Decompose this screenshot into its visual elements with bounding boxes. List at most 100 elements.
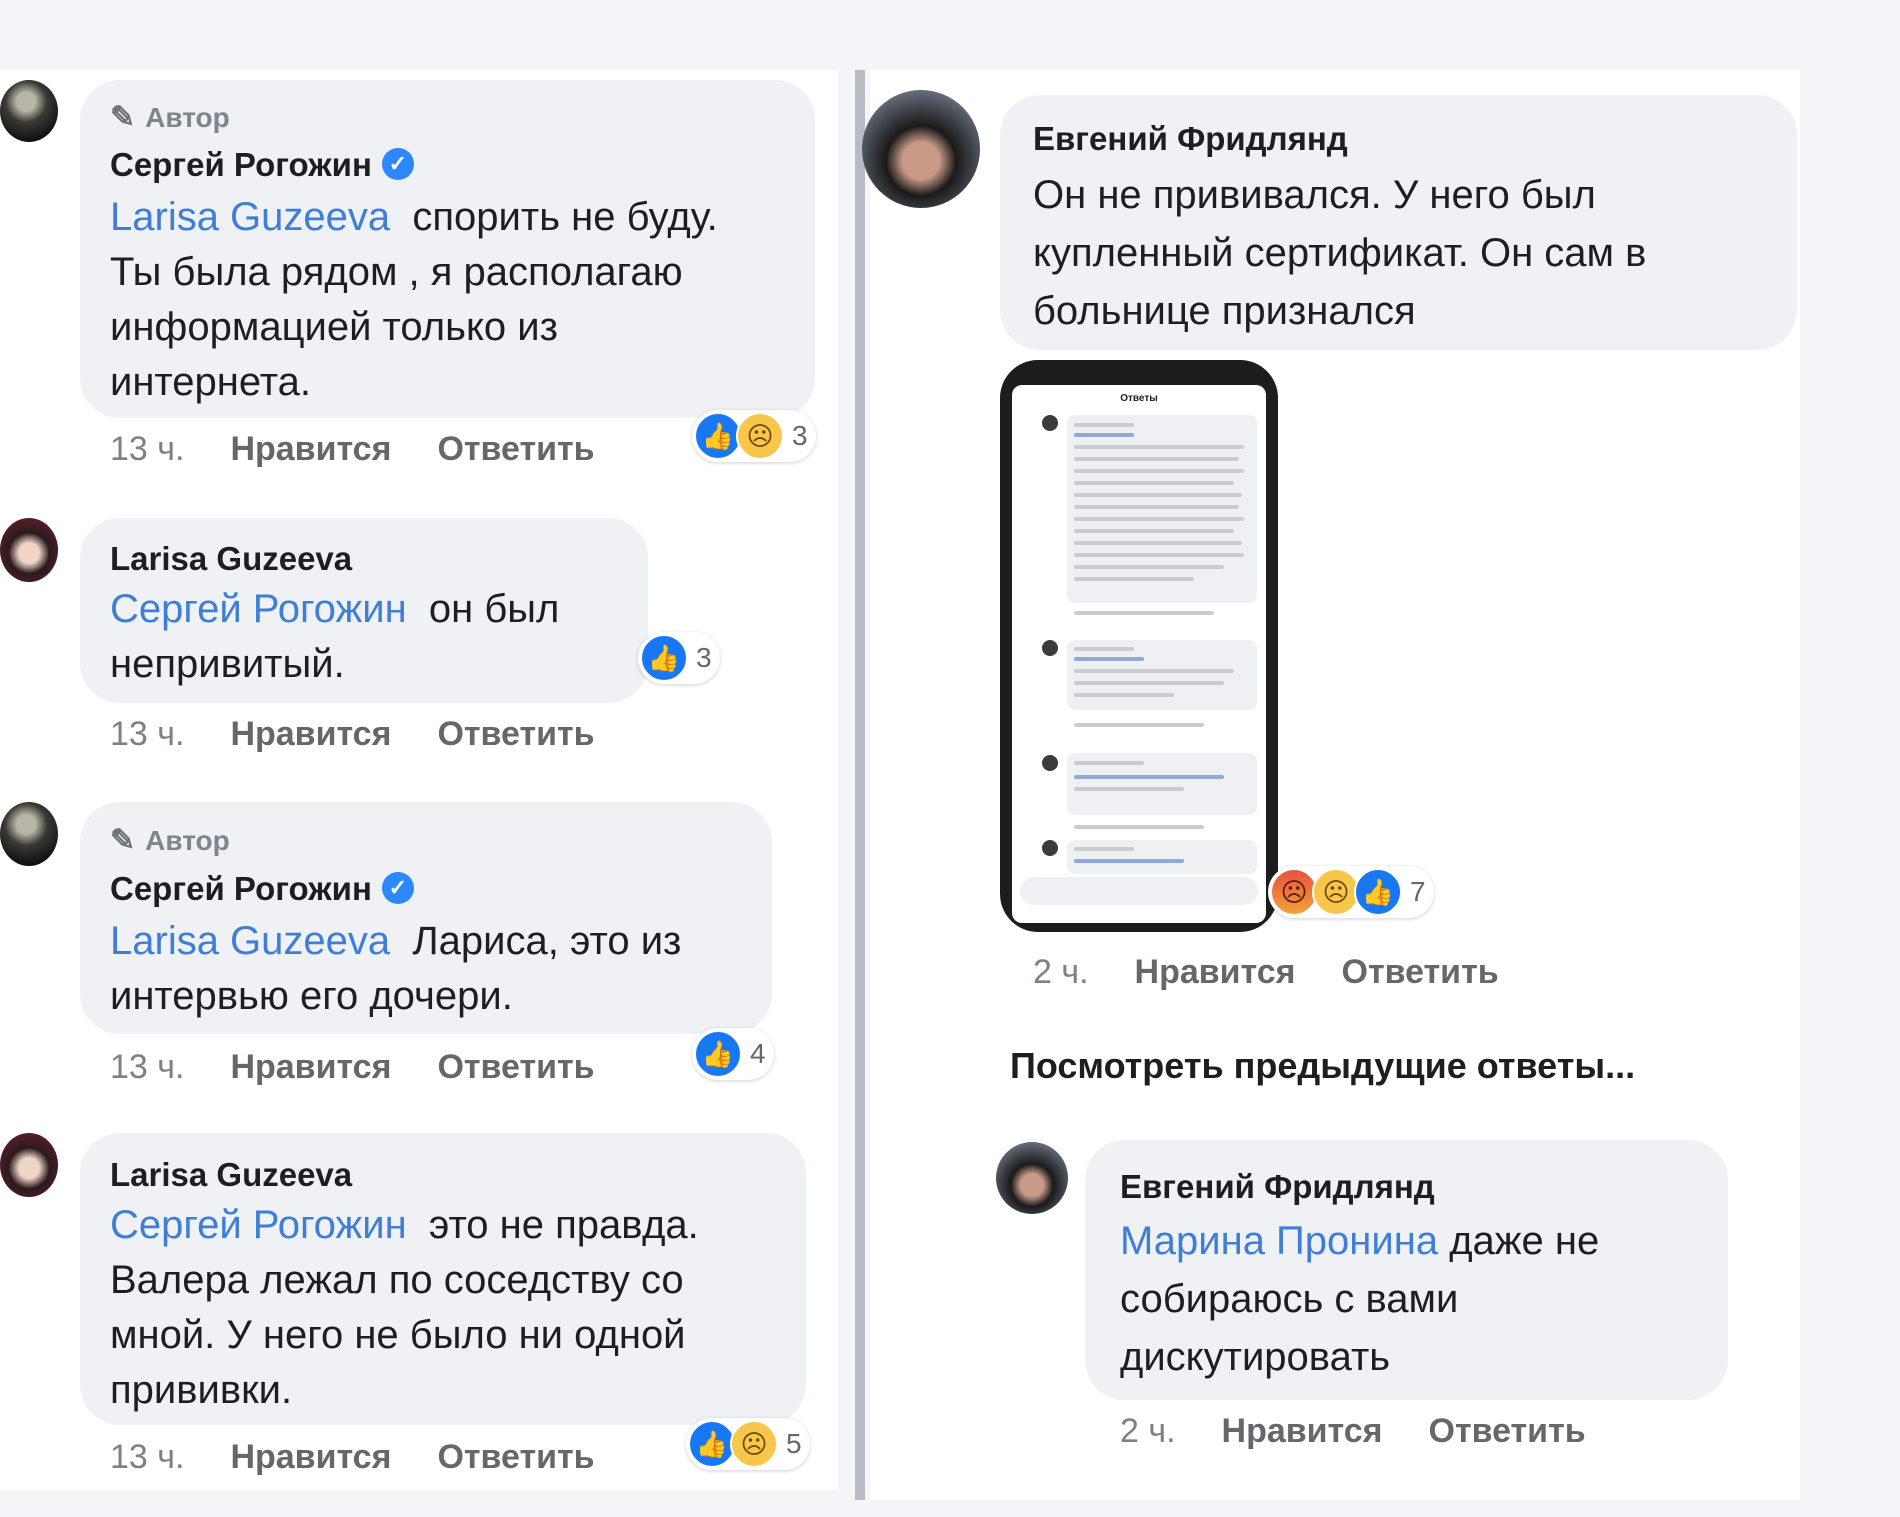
timestamp[interactable]: 13 ч. bbox=[110, 430, 184, 468]
comment-text: Larisa Guzeeva спорить не буду. Ты была … bbox=[110, 195, 718, 404]
timestamp[interactable]: 2 ч. bbox=[1033, 953, 1089, 991]
mini-line bbox=[1074, 787, 1184, 791]
comment-actions: 13 ч. Нравится Ответить bbox=[110, 1438, 641, 1477]
timestamp[interactable]: 13 ч. bbox=[110, 715, 184, 753]
sad-icon: ☹ bbox=[736, 412, 784, 460]
view-previous-replies-link[interactable]: Посмотреть предыдущие ответы... bbox=[1010, 1045, 1635, 1087]
mini-input-bar bbox=[1020, 877, 1258, 905]
mini-line bbox=[1074, 647, 1134, 651]
comment-actions: 13 ч. Нравится Ответить bbox=[110, 430, 641, 469]
reaction-count: 7 bbox=[1410, 876, 1426, 907]
comment-actions: 2 ч. Нравится Ответить bbox=[1033, 953, 1545, 992]
panel-divider bbox=[855, 70, 865, 1500]
reaction-count: 4 bbox=[750, 1038, 766, 1069]
comment-text: Larisa Guzeeva Лариса, это из интервью е… bbox=[110, 919, 682, 1018]
comment-text: Сергей Рогожин это не правда. Валера леж… bbox=[110, 1203, 699, 1412]
comment-actions: 13 ч. Нравится Ответить bbox=[110, 1048, 641, 1087]
comment-author-name[interactable]: Евгений Фридлянд bbox=[1033, 120, 1348, 158]
like-icon: 👍 bbox=[640, 634, 688, 682]
reply-button[interactable]: Ответить bbox=[437, 1438, 594, 1476]
mini-line bbox=[1074, 681, 1224, 685]
reaction-count: 5 bbox=[786, 1428, 802, 1459]
reactions-summary[interactable]: ☹ ☹ 👍 7 bbox=[1268, 866, 1434, 918]
mini-line bbox=[1074, 469, 1244, 473]
like-button[interactable]: Нравится bbox=[230, 1438, 391, 1476]
comment-text: Сергей Рогожин он был непривитый. bbox=[110, 587, 560, 686]
mention-link[interactable]: Сергей Рогожин bbox=[110, 1203, 407, 1247]
mini-line bbox=[1074, 847, 1134, 851]
comment-author-name[interactable]: Сергей Рогожин ✓ bbox=[110, 146, 414, 184]
reactions-summary[interactable]: 👍 ☹ 3 bbox=[692, 410, 816, 462]
timestamp[interactable]: 13 ч. bbox=[110, 1048, 184, 1086]
reply-button[interactable]: Ответить bbox=[437, 430, 594, 468]
mini-line bbox=[1074, 669, 1234, 673]
author-tag: ✎ Автор bbox=[110, 824, 230, 857]
mini-line bbox=[1074, 775, 1224, 779]
reply-button[interactable]: Ответить bbox=[1342, 953, 1499, 991]
comment-text: Марина Пронина даже не собираюсь с вами … bbox=[1120, 1219, 1600, 1379]
mini-comment bbox=[1067, 840, 1257, 874]
reaction-count: 3 bbox=[696, 642, 712, 673]
like-icon: 👍 bbox=[1354, 868, 1402, 916]
mini-line bbox=[1074, 657, 1144, 661]
like-button[interactable]: Нравится bbox=[1222, 1412, 1383, 1450]
mention-link[interactable]: Larisa Guzeeva bbox=[110, 195, 390, 239]
like-button[interactable]: Нравится bbox=[230, 430, 391, 468]
avatar[interactable] bbox=[0, 802, 58, 866]
like-button[interactable]: Нравится bbox=[1135, 953, 1296, 991]
mini-line bbox=[1074, 517, 1244, 521]
mini-line bbox=[1074, 445, 1244, 449]
mini-line bbox=[1074, 493, 1242, 497]
avatar[interactable] bbox=[0, 1133, 58, 1197]
avatar[interactable] bbox=[996, 1142, 1068, 1214]
avatar[interactable] bbox=[0, 80, 58, 142]
mini-line bbox=[1074, 481, 1234, 485]
mini-line bbox=[1074, 553, 1244, 557]
mention-link[interactable]: Сергей Рогожин bbox=[110, 587, 407, 631]
mini-avatar bbox=[1042, 640, 1058, 656]
reply-button[interactable]: Ответить bbox=[1429, 1412, 1586, 1450]
comment-author-name[interactable]: Евгений Фридлянд bbox=[1120, 1168, 1435, 1206]
mini-avatar bbox=[1042, 415, 1058, 431]
comment-author-name[interactable]: Larisa Guzeeva bbox=[110, 1156, 352, 1194]
mini-line bbox=[1074, 761, 1144, 765]
mention-link[interactable]: Larisa Guzeeva bbox=[110, 919, 390, 963]
like-button[interactable]: Нравится bbox=[230, 1048, 391, 1086]
comment-author-name[interactable]: Сергей Рогожин ✓ bbox=[110, 870, 414, 908]
reply-button[interactable]: Ответить bbox=[437, 715, 594, 753]
comment-text: Он не прививался. У него был купленный с… bbox=[1033, 173, 1647, 333]
reaction-count: 3 bbox=[792, 420, 808, 451]
avatar[interactable] bbox=[862, 90, 980, 208]
mini-line bbox=[1074, 565, 1224, 569]
author-tag: ✎ Автор bbox=[110, 101, 230, 134]
reply-button[interactable]: Ответить bbox=[437, 1048, 594, 1086]
mini-line bbox=[1074, 859, 1184, 863]
mini-line bbox=[1074, 423, 1134, 427]
mention-link[interactable]: Марина Пронина bbox=[1120, 1219, 1438, 1263]
comment-author-name[interactable]: Larisa Guzeeva bbox=[110, 540, 352, 578]
mini-line bbox=[1074, 457, 1239, 461]
reactions-summary[interactable]: 👍 3 bbox=[638, 632, 720, 684]
mini-line bbox=[1074, 529, 1234, 533]
screenshot-screen: Ответы bbox=[1012, 385, 1266, 923]
like-button[interactable]: Нравится bbox=[230, 715, 391, 753]
mini-line bbox=[1074, 825, 1204, 829]
mini-line bbox=[1074, 541, 1242, 545]
timestamp[interactable]: 2 ч. bbox=[1120, 1412, 1176, 1450]
avatar[interactable] bbox=[0, 518, 58, 582]
pen-icon: ✎ bbox=[110, 824, 136, 857]
sad-icon: ☹ bbox=[1312, 868, 1360, 916]
timestamp[interactable]: 13 ч. bbox=[110, 1438, 184, 1476]
reactions-summary[interactable]: 👍 4 bbox=[692, 1028, 774, 1080]
mini-avatar bbox=[1042, 840, 1058, 856]
reactions-summary[interactable]: 👍 ☹ 5 bbox=[686, 1418, 810, 1470]
angry-icon: ☹ bbox=[1270, 868, 1318, 916]
like-icon: 👍 bbox=[694, 1030, 742, 1078]
mini-comment bbox=[1067, 415, 1257, 603]
mini-avatar bbox=[1042, 755, 1058, 771]
like-icon: 👍 bbox=[694, 412, 742, 460]
mini-line bbox=[1074, 611, 1214, 615]
like-icon: 👍 bbox=[688, 1420, 736, 1468]
mini-line bbox=[1074, 433, 1134, 437]
mini-line bbox=[1074, 723, 1204, 727]
